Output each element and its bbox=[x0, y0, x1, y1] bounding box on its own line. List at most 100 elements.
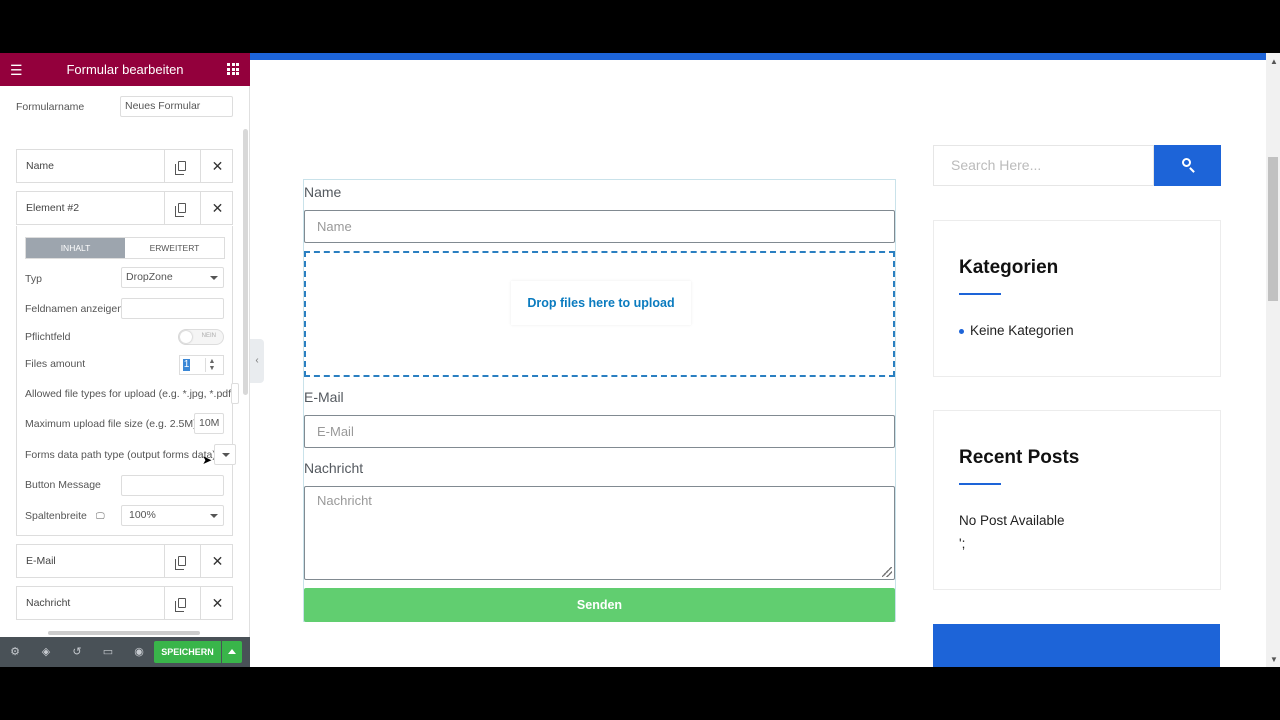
data-path-select[interactable] bbox=[214, 444, 236, 465]
remove-button[interactable]: ✕ bbox=[200, 587, 234, 619]
desktop-icon[interactable]: 🖵 bbox=[96, 511, 105, 521]
column-width-text: Spaltenbreite bbox=[25, 510, 87, 522]
submit-button[interactable]: Senden bbox=[304, 588, 895, 622]
message-textarea[interactable]: Nachricht bbox=[304, 486, 895, 580]
remove-button[interactable]: ✕ bbox=[200, 545, 234, 577]
form-item-email[interactable]: E-Mail ✕ bbox=[16, 544, 233, 578]
responsive-mode-icon[interactable]: ▭ bbox=[102, 646, 114, 658]
form-item-label: E-Mail bbox=[26, 555, 56, 567]
form-item-message[interactable]: Nachricht ✕ bbox=[16, 586, 233, 620]
scroll-down-icon[interactable]: ▼ bbox=[1270, 655, 1278, 664]
categories-widget: Kategorien Keine Kategorien bbox=[933, 220, 1221, 377]
categories-title: Kategorien bbox=[959, 257, 1059, 278]
dropzone-message: Drop files here to upload bbox=[511, 281, 691, 325]
form-item-element-2[interactable]: Element #2 ✕ bbox=[16, 191, 233, 225]
duplicate-button[interactable] bbox=[164, 587, 200, 619]
recent-posts-widget: Recent Posts No Post Available '; bbox=[933, 410, 1221, 590]
button-message-input[interactable] bbox=[121, 475, 224, 496]
duplicate-button[interactable] bbox=[164, 192, 200, 224]
page-scrollbar[interactable]: ▲ ▼ bbox=[1266, 53, 1280, 667]
save-options-button[interactable] bbox=[222, 641, 242, 663]
preview-eye-icon[interactable]: ◉ bbox=[133, 646, 145, 658]
stepper-arrows-icon[interactable]: ▲ ▼ bbox=[205, 358, 218, 372]
allowed-types-input[interactable] bbox=[231, 383, 239, 404]
screen: ☰ Formular bearbeiten Formularname Neues… bbox=[0, 53, 1280, 667]
required-label: Pflichtfeld bbox=[25, 331, 71, 343]
data-path-label: Forms data path type (output forms data) bbox=[25, 449, 216, 461]
allowed-types-label: Allowed file types for upload (e.g. *.jp… bbox=[25, 388, 235, 400]
show-field-names-input[interactable] bbox=[121, 298, 224, 319]
bullet-icon bbox=[959, 328, 964, 334]
title-underline bbox=[959, 293, 1001, 295]
remove-button[interactable]: ✕ bbox=[200, 192, 234, 224]
form-name-input[interactable]: Neues Formular bbox=[120, 96, 233, 117]
widgets-grid-icon[interactable] bbox=[227, 63, 239, 75]
mouse-cursor-icon: ➤ bbox=[202, 453, 213, 467]
remove-button[interactable]: ✕ bbox=[200, 150, 234, 182]
settings-tabs: INHALT ERWEITERT bbox=[25, 237, 225, 259]
settings-gear-icon[interactable]: ⚙ bbox=[9, 646, 21, 658]
toggle-text: NEIN bbox=[201, 333, 216, 339]
copy-icon bbox=[175, 598, 186, 612]
type-select[interactable]: DropZone bbox=[121, 267, 224, 288]
message-label: Nachricht bbox=[304, 460, 364, 476]
files-amount-value: 1 bbox=[183, 359, 190, 371]
editor-panel: ☰ Formular bearbeiten Formularname Neues… bbox=[0, 53, 250, 667]
required-toggle[interactable]: NEIN bbox=[178, 329, 224, 345]
files-amount-label: Files amount bbox=[25, 358, 86, 370]
category-item[interactable]: Keine Kategorien bbox=[959, 323, 1074, 338]
title-underline bbox=[959, 483, 1001, 485]
name-label: Name bbox=[304, 184, 342, 200]
max-size-input[interactable]: 10M bbox=[194, 413, 224, 434]
type-label: Typ bbox=[25, 273, 42, 285]
navigator-layers-icon[interactable]: ◈ bbox=[40, 646, 52, 658]
panel-title: Formular bearbeiten bbox=[66, 62, 184, 77]
search-input[interactable]: Search Here... bbox=[933, 145, 1154, 186]
form-item-label: Name bbox=[26, 160, 55, 172]
duplicate-button[interactable] bbox=[164, 150, 200, 182]
name-input[interactable]: Name bbox=[304, 210, 895, 243]
tab-content[interactable]: INHALT bbox=[26, 238, 125, 258]
panel-footer: ⚙ ◈ ↺ ▭ ◉ SPEICHERN bbox=[0, 637, 250, 667]
search-button[interactable] bbox=[1154, 145, 1221, 186]
chevron-down-icon bbox=[210, 276, 218, 280]
promo-card bbox=[933, 624, 1220, 667]
column-width-select[interactable]: 100% bbox=[121, 505, 224, 526]
form-item-name[interactable]: Name ✕ bbox=[16, 149, 233, 183]
files-amount-stepper[interactable]: 1 ▲ ▼ bbox=[179, 355, 224, 375]
save-button[interactable]: SPEICHERN bbox=[154, 641, 221, 663]
recent-posts-title: Recent Posts bbox=[959, 447, 1080, 468]
history-icon[interactable]: ↺ bbox=[71, 646, 83, 658]
email-label: E-Mail bbox=[304, 389, 344, 405]
toggle-knob bbox=[180, 331, 192, 343]
recent-posts-text: No Post Available bbox=[959, 513, 1065, 528]
show-field-names-label: Feldnamen anzeigen bbox=[25, 303, 124, 315]
recent-posts-extra: '; bbox=[959, 536, 966, 551]
form-item-label: Element #2 bbox=[26, 202, 80, 214]
panel-horizontal-scrollbar[interactable] bbox=[48, 631, 200, 635]
max-size-label: Maximum upload file size (e.g. 2.5M) bbox=[25, 418, 197, 430]
type-value: DropZone bbox=[126, 271, 173, 283]
button-message-label: Button Message bbox=[25, 479, 101, 491]
collapse-panel-button[interactable]: ‹ bbox=[250, 339, 264, 383]
form-name-label: Formularname bbox=[16, 101, 85, 113]
panel-scrollbar[interactable] bbox=[243, 129, 248, 395]
duplicate-button[interactable] bbox=[164, 545, 200, 577]
copy-icon bbox=[175, 161, 186, 175]
scroll-up-icon[interactable]: ▲ bbox=[1270, 57, 1278, 66]
resize-grip-icon[interactable] bbox=[882, 567, 892, 577]
file-dropzone[interactable]: Drop files here to upload bbox=[304, 251, 895, 377]
chevron-down-icon bbox=[222, 453, 230, 457]
panel-header: ☰ Formular bearbeiten bbox=[0, 53, 250, 86]
chevron-down-icon bbox=[210, 514, 218, 518]
search-icon bbox=[1182, 158, 1191, 167]
copy-icon bbox=[175, 203, 186, 217]
tab-advanced[interactable]: ERWEITERT bbox=[125, 238, 224, 258]
email-input[interactable]: E-Mail bbox=[304, 415, 895, 448]
site-top-bar bbox=[250, 53, 1266, 60]
scroll-thumb[interactable] bbox=[1268, 157, 1278, 301]
column-width-label: Spaltenbreite 🖵 bbox=[25, 510, 105, 522]
category-text: Keine Kategorien bbox=[970, 323, 1074, 338]
copy-icon bbox=[175, 556, 186, 570]
column-width-value: 100% bbox=[129, 509, 156, 521]
